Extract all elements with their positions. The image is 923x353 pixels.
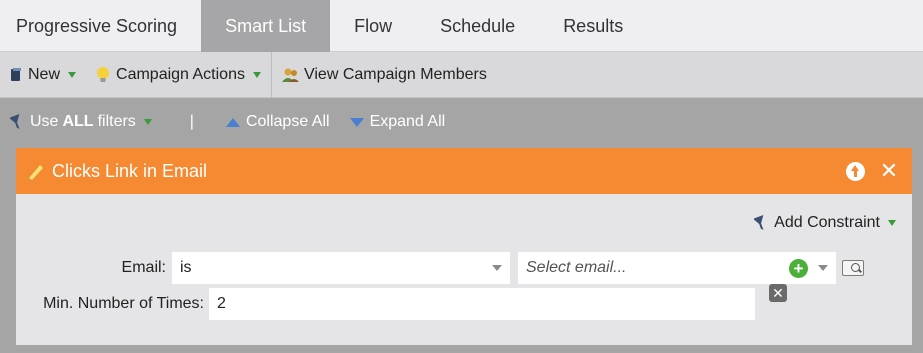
email-select-input[interactable]: Select email... + <box>518 252 836 284</box>
view-campaign-members-label: View Campaign Members <box>303 65 487 83</box>
filter-panel: Clicks Link in Email ✕ Add Constraint Em… <box>16 148 912 345</box>
filter-panel-title: Clicks Link in Email <box>52 160 208 181</box>
collapse-triangle-icon <box>225 117 240 127</box>
remove-constraint-icon[interactable]: ✕ <box>769 284 787 302</box>
toolbar: New Campaign Actions View Campaign Membe… <box>0 51 923 98</box>
min-times-input[interactable]: 2 <box>209 288 755 320</box>
add-constraint-button[interactable]: Add Constraint <box>753 214 896 232</box>
chevron-down-icon[interactable] <box>818 265 828 271</box>
use-filters-all: ALL <box>62 113 94 130</box>
use-filters-suffix: filters <box>97 113 136 130</box>
dropdown-arrow-icon <box>252 71 261 78</box>
filter-bar: Use ALL filters | Collapse All Expand Al… <box>0 98 923 146</box>
move-up-icon[interactable] <box>844 160 866 182</box>
expand-all-label: Expand All <box>369 113 446 130</box>
expand-triangle-icon <box>349 117 364 127</box>
filter-funnel-icon <box>9 113 26 131</box>
add-constraint-label: Add Constraint <box>774 214 880 231</box>
lightbulb-icon <box>96 66 110 84</box>
email-search-icon[interactable] <box>842 260 864 276</box>
close-icon[interactable]: ✕ <box>878 160 900 182</box>
filter-funnel-icon <box>753 214 770 232</box>
tab-schedule[interactable]: Schedule <box>416 0 539 52</box>
use-filters-prefix: Use <box>30 113 59 130</box>
tab-progressive-scoring[interactable]: Progressive Scoring <box>0 0 201 52</box>
new-document-icon <box>10 67 22 82</box>
filter-bar-separator: | <box>189 113 194 130</box>
min-times-row: Min. Number of Times: 2 ✕ <box>16 284 787 320</box>
collapse-all-button[interactable]: Collapse All <box>216 113 340 131</box>
dropdown-arrow-icon <box>888 220 896 226</box>
add-email-icon[interactable]: + <box>789 258 808 278</box>
use-filters-dropdown[interactable]: Use ALL filters <box>0 113 162 131</box>
email-row: Email: is Select email... + <box>16 252 864 284</box>
dropdown-arrow-icon <box>68 71 77 78</box>
dropdown-arrow-icon <box>143 119 152 125</box>
email-operator-value: is <box>180 259 192 276</box>
campaign-actions-button[interactable]: Campaign Actions <box>86 52 271 98</box>
tab-flow[interactable]: Flow <box>330 0 416 52</box>
people-icon <box>281 67 300 83</box>
min-times-label: Min. Number of Times: <box>43 295 204 312</box>
expand-all-button[interactable]: Expand All <box>340 113 456 131</box>
chevron-down-icon <box>492 265 502 271</box>
tab-bar: Progressive Scoring Smart List Flow Sche… <box>0 0 923 52</box>
tab-smart-list[interactable]: Smart List <box>201 0 331 52</box>
email-placeholder: Select email... <box>526 259 627 276</box>
new-button-label: New <box>28 65 61 83</box>
email-click-icon <box>26 161 46 181</box>
collapse-all-label: Collapse All <box>245 113 330 130</box>
min-times-value: 2 <box>217 295 226 312</box>
tab-results[interactable]: Results <box>539 0 647 52</box>
campaign-actions-label: Campaign Actions <box>116 65 245 83</box>
email-operator-select[interactable]: is <box>172 252 510 284</box>
new-button[interactable]: New <box>0 52 86 98</box>
filter-panel-header: Clicks Link in Email ✕ <box>16 148 912 194</box>
email-label: Email: <box>121 259 166 276</box>
view-campaign-members-button[interactable]: View Campaign Members <box>272 52 497 98</box>
